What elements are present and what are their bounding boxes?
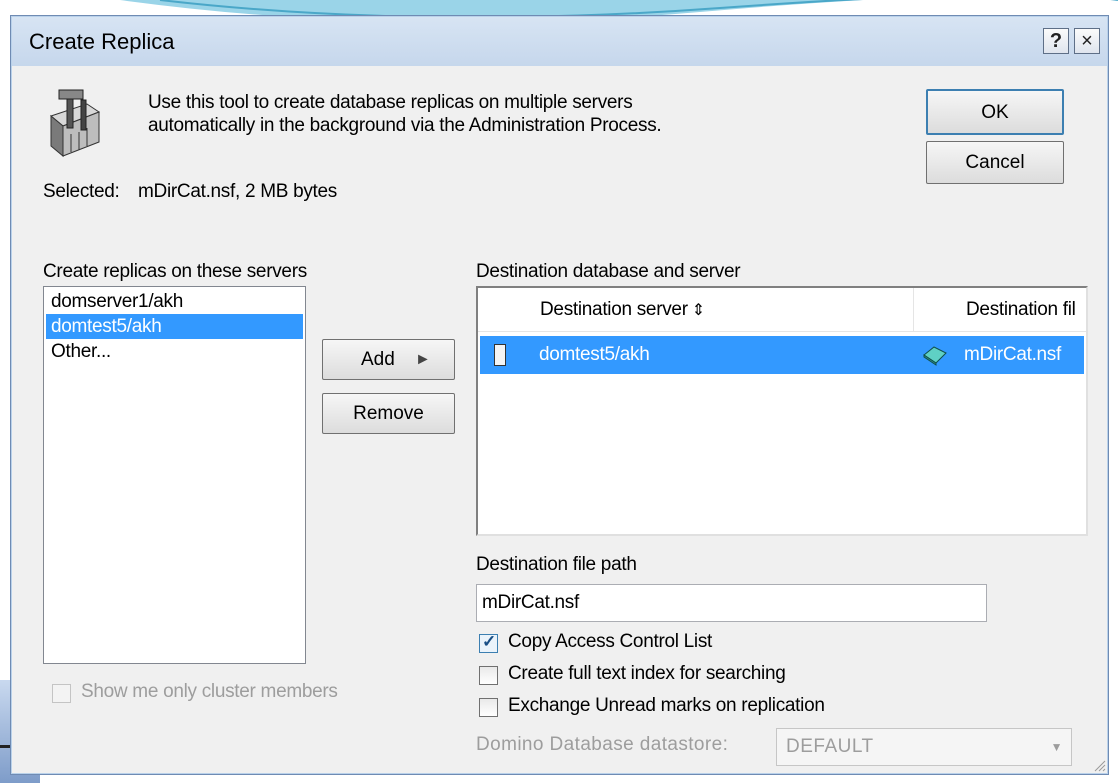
remove-button[interactable]: Remove — [322, 393, 455, 434]
cluster-members-label: Show me only cluster members — [81, 681, 338, 702]
datastore-value: DEFAULT — [786, 736, 874, 757]
cluster-members-checkbox[interactable] — [52, 684, 71, 703]
window-title: Create Replica — [29, 29, 175, 54]
destination-label: Destination database and server — [476, 261, 741, 282]
intro-line-2: automatically in the background via the … — [148, 115, 662, 136]
chevron-down-icon: ▼ — [1050, 740, 1063, 754]
title-bar[interactable]: Create Replica ? × — [12, 17, 1107, 66]
help-button[interactable]: ? — [1043, 28, 1069, 54]
add-button[interactable]: Add ► — [322, 339, 455, 380]
column-header-destination-file[interactable]: Destination fil — [914, 288, 1086, 332]
intro-text: Use this tool to create database replica… — [148, 91, 662, 137]
exchange-unread-checkbox[interactable] — [479, 698, 498, 717]
datastore-label: Domino Database datastore: — [476, 734, 729, 755]
server-item-other[interactable]: Other... — [46, 339, 303, 364]
sort-icon: ⇕ — [691, 302, 705, 319]
copy-acl-checkbox[interactable]: ✓ — [479, 632, 498, 653]
replica-tool-icon — [49, 89, 101, 158]
cancel-button[interactable]: Cancel — [926, 141, 1064, 184]
column-server-label: Destination server — [540, 299, 688, 320]
copy-acl-label[interactable]: Copy Access Control List — [508, 631, 712, 653]
table-row[interactable]: domtest5/akh mDirCat.nsf — [480, 336, 1084, 374]
check-icon: ✓ — [482, 632, 497, 651]
file-path-input[interactable]: mDirCat.nsf — [476, 584, 987, 622]
file-path-label: Destination file path — [476, 554, 637, 575]
selected-label: Selected: — [43, 181, 120, 202]
destination-table[interactable]: Destination server ⇕ Destination fil domt… — [476, 286, 1088, 536]
full-text-index-checkbox[interactable] — [479, 666, 498, 685]
server-item-domtest5[interactable]: domtest5/akh — [46, 314, 303, 339]
server-item-domserver1[interactable]: domserver1/akh — [46, 289, 303, 314]
selected-value: mDirCat.nsf, 2 MB bytes — [138, 181, 337, 202]
exchange-unread-label[interactable]: Exchange Unread marks on replication — [508, 695, 825, 717]
arrow-right-icon: ► — [415, 351, 431, 368]
close-button[interactable]: × — [1074, 28, 1100, 54]
create-replica-dialog: Create Replica ? × Use this tool to crea… — [10, 15, 1109, 775]
full-text-index-label[interactable]: Create full text index for searching — [508, 663, 786, 685]
resize-grip-icon[interactable] — [1092, 758, 1106, 772]
ok-button[interactable]: OK — [926, 89, 1064, 135]
column-header-destination-server[interactable]: Destination server ⇕ — [478, 288, 914, 332]
datastore-select[interactable]: DEFAULT ▼ — [776, 728, 1072, 766]
row-file: mDirCat.nsf — [964, 344, 1061, 365]
column-file-label: Destination fil — [966, 299, 1076, 320]
servers-listbox[interactable]: domserver1/akh domtest5/akh Other... — [43, 286, 306, 664]
database-icon — [923, 346, 947, 366]
intro-line-1: Use this tool to create database replica… — [148, 92, 633, 113]
add-button-label: Add — [361, 349, 395, 370]
server-icon — [494, 344, 506, 366]
servers-list-label: Create replicas on these servers — [43, 261, 307, 282]
row-server: domtest5/akh — [539, 344, 650, 365]
